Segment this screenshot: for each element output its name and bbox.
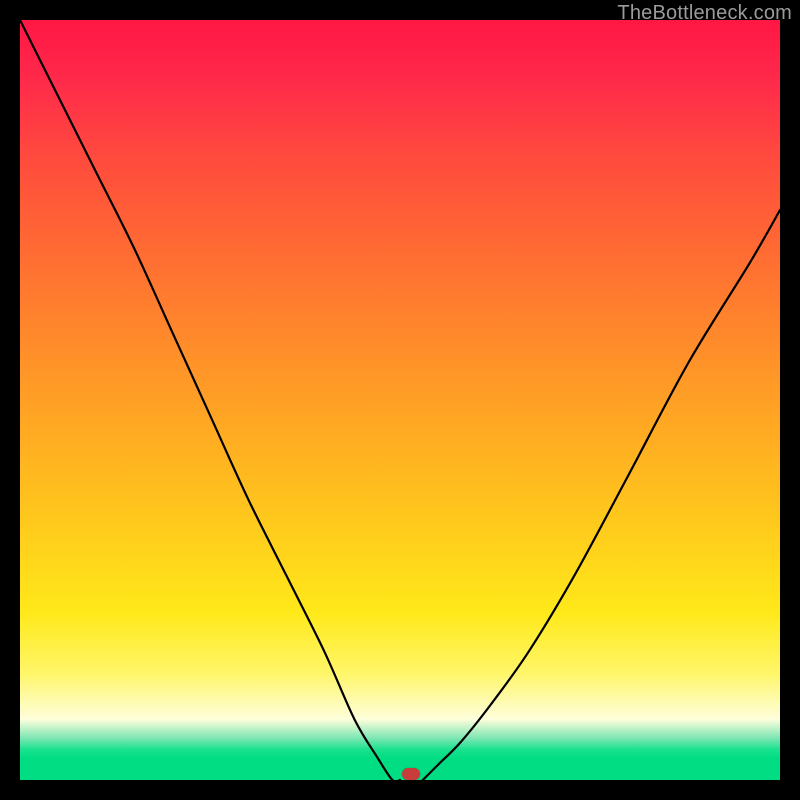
curve-left-segment — [20, 20, 400, 780]
plot-area — [20, 20, 780, 780]
watermark-text: TheBottleneck.com — [617, 2, 792, 25]
bottleneck-curve — [20, 20, 780, 780]
chart-frame: TheBottleneck.com — [0, 0, 800, 800]
optimal-point-marker — [402, 768, 420, 780]
curve-right-segment — [423, 210, 780, 780]
